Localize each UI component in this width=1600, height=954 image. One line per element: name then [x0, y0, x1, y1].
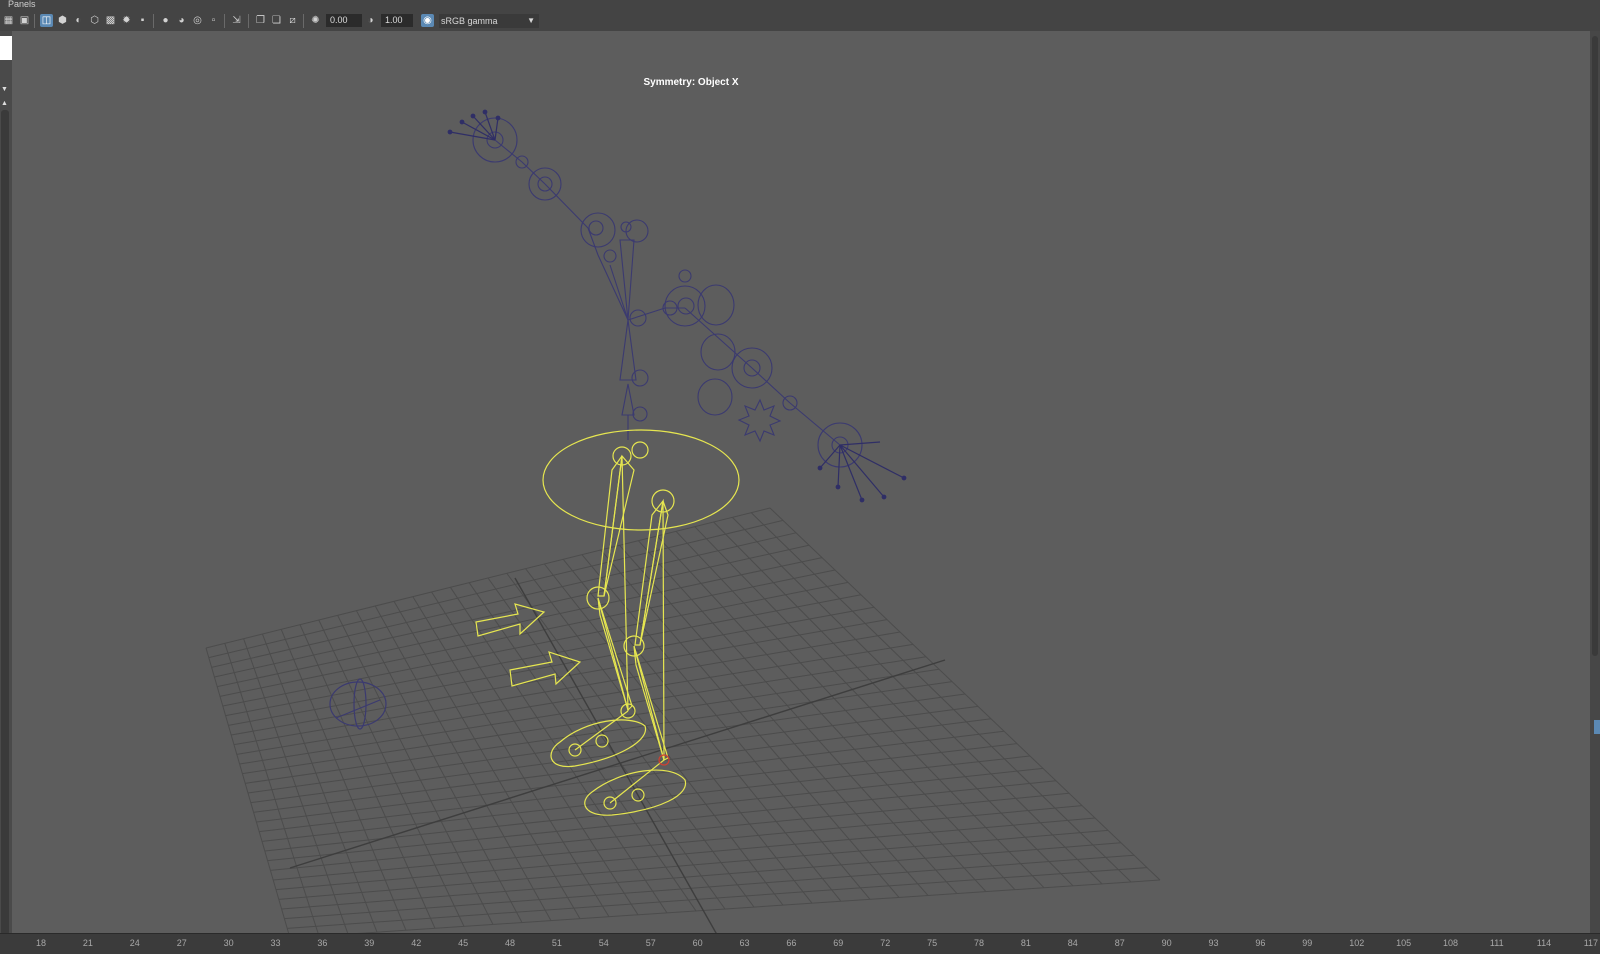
toolbar-separator	[248, 14, 249, 28]
screen-space-ao-icon[interactable]: ●	[159, 14, 172, 27]
grid-line	[638, 540, 958, 894]
timeline-tick-label: 66	[786, 938, 797, 948]
timeline-tick-label: 99	[1302, 938, 1313, 948]
timeline-tick-label: 102	[1349, 938, 1365, 948]
grid-line	[284, 854, 1135, 920]
tool-swatch[interactable]	[0, 36, 12, 60]
timeline-tick-label: 30	[223, 938, 234, 948]
timeline-tick-label: 114	[1536, 938, 1552, 948]
chevron-down-icon: ▼	[527, 16, 535, 25]
timeline-tick-label: 36	[317, 938, 328, 948]
timeline-tick-label: 45	[458, 938, 469, 948]
textured-icon[interactable]: ▩	[104, 14, 117, 27]
collapse-arrow-icon[interactable]: ▼	[1, 86, 8, 93]
grid-line	[769, 507, 1161, 881]
timeline-tick-label: 90	[1161, 938, 1172, 948]
xray-icon[interactable]: ❏	[270, 14, 283, 27]
time-slider[interactable]: 18 21 24 27 30 33 36 39 42 45 48 51 54 57 60 63 66 69 72 75…	[0, 933, 1600, 954]
panels-menu[interactable]: Panels	[8, 0, 36, 9]
timeline-tick-label: 72	[880, 938, 891, 948]
timeline-tick-label: 42	[411, 938, 422, 948]
timeline-tick-label: 33	[270, 938, 281, 948]
timeline-tick-label: 96	[1255, 938, 1266, 948]
gamma-field[interactable]: 1.00	[381, 14, 413, 27]
grid-line	[243, 638, 349, 933]
timeline-tick-label: 48	[505, 938, 516, 948]
image-plane-icon[interactable]: ▣	[18, 14, 31, 27]
anti-aliasing-icon[interactable]: ◎	[191, 14, 204, 27]
grid-line	[694, 526, 1045, 889]
color-space-dropdown[interactable]: sRGB gamma ▼	[439, 14, 539, 28]
timeline-tick-label: 75	[927, 938, 938, 948]
viewport-toolbar: ▦ ▣ ◫ ⬢ ◐ ⬡ ▩ ✹ ▪ ● ◕ ◎ ▫ ⇲ ❐ ❏ ⧄ ✺ 0.00…	[0, 11, 1600, 32]
smooth-shade-icon[interactable]: ⬢	[56, 14, 69, 27]
timeline-tick-label: 21	[82, 938, 93, 948]
grid-line	[732, 516, 1103, 885]
exposure-icon[interactable]: ✺	[309, 14, 322, 27]
timeline-tick-label: 60	[692, 938, 703, 948]
grid-line	[750, 512, 1132, 883]
timeline-tick-label: 117	[1583, 938, 1599, 948]
scroll-up-icon[interactable]: ▲	[1, 100, 8, 107]
timeline-tick-label: 24	[129, 938, 140, 948]
grid-line	[713, 521, 1074, 887]
menu-bar: Panels	[0, 0, 1600, 11]
timeline-tick-label: 84	[1067, 938, 1078, 948]
xray-joints-icon[interactable]: ⧄	[286, 14, 299, 27]
timeline-tick-label: 39	[364, 938, 375, 948]
timeline-tick-label: 78	[974, 938, 985, 948]
toolbar-separator	[153, 14, 154, 28]
toolbar-separator	[303, 14, 304, 28]
color-management-icon[interactable]: ◉	[421, 14, 434, 27]
timeline-tick-label: 18	[36, 938, 47, 948]
timeline-tick-label: 51	[551, 938, 562, 948]
camera-attributes-icon[interactable]: ▦	[2, 14, 15, 27]
timeline-tick-label: 87	[1114, 938, 1125, 948]
timeline-tick-label: 69	[833, 938, 844, 948]
grid-line	[675, 530, 1016, 891]
wireframe-icon[interactable]: ◫	[40, 14, 53, 27]
depth-of-field-icon[interactable]: ▫	[207, 14, 220, 27]
shadows-icon[interactable]: ▪	[136, 14, 149, 27]
right-panel-handle[interactable]	[1594, 720, 1600, 734]
symmetry-label: Symmetry: Object X	[643, 77, 739, 88]
right-hand-fingers	[817, 441, 907, 503]
motion-blur-icon[interactable]: ◕	[175, 14, 188, 27]
timeline-tick-label: 111	[1489, 938, 1504, 948]
timeline-tick-label: 105	[1396, 938, 1412, 948]
timeline-tick-label: 27	[176, 938, 187, 948]
grid-line	[267, 780, 1057, 862]
timeline-tick-label: 81	[1020, 938, 1031, 948]
right-scrollbar[interactable]	[1592, 36, 1598, 656]
timeline-tick-label: 93	[1208, 938, 1219, 948]
color-space-label: sRGB gamma	[441, 16, 498, 26]
toolbar-separator	[34, 14, 35, 28]
timeline-tick-label: 108	[1443, 938, 1459, 948]
select-camera-icon[interactable]: ⇲	[230, 14, 243, 27]
lighting-icon[interactable]: ✹	[120, 14, 133, 27]
timeline-tick-label: 57	[645, 938, 656, 948]
toolbar-separator	[224, 14, 225, 28]
exposure-field[interactable]: 0.00	[326, 14, 362, 27]
3d-viewport[interactable]: Symmetry: Object X persp	[12, 31, 1590, 933]
timeline-tick-label: 54	[598, 938, 609, 948]
default-material-icon[interactable]: ◐	[72, 14, 85, 27]
grid-line	[656, 535, 987, 892]
wireframe-on-shaded-icon[interactable]: ⬡	[88, 14, 101, 27]
isolate-select-icon[interactable]: ❐	[254, 14, 267, 27]
grid-line	[247, 693, 966, 794]
upper-skeleton	[472, 117, 863, 468]
left-scrollbar[interactable]	[1, 110, 9, 935]
timeline-tick-label: 63	[739, 938, 750, 948]
ground-grid	[205, 507, 1161, 933]
grid-line	[270, 792, 1070, 871]
gamma-icon[interactable]: ◑	[364, 14, 377, 27]
